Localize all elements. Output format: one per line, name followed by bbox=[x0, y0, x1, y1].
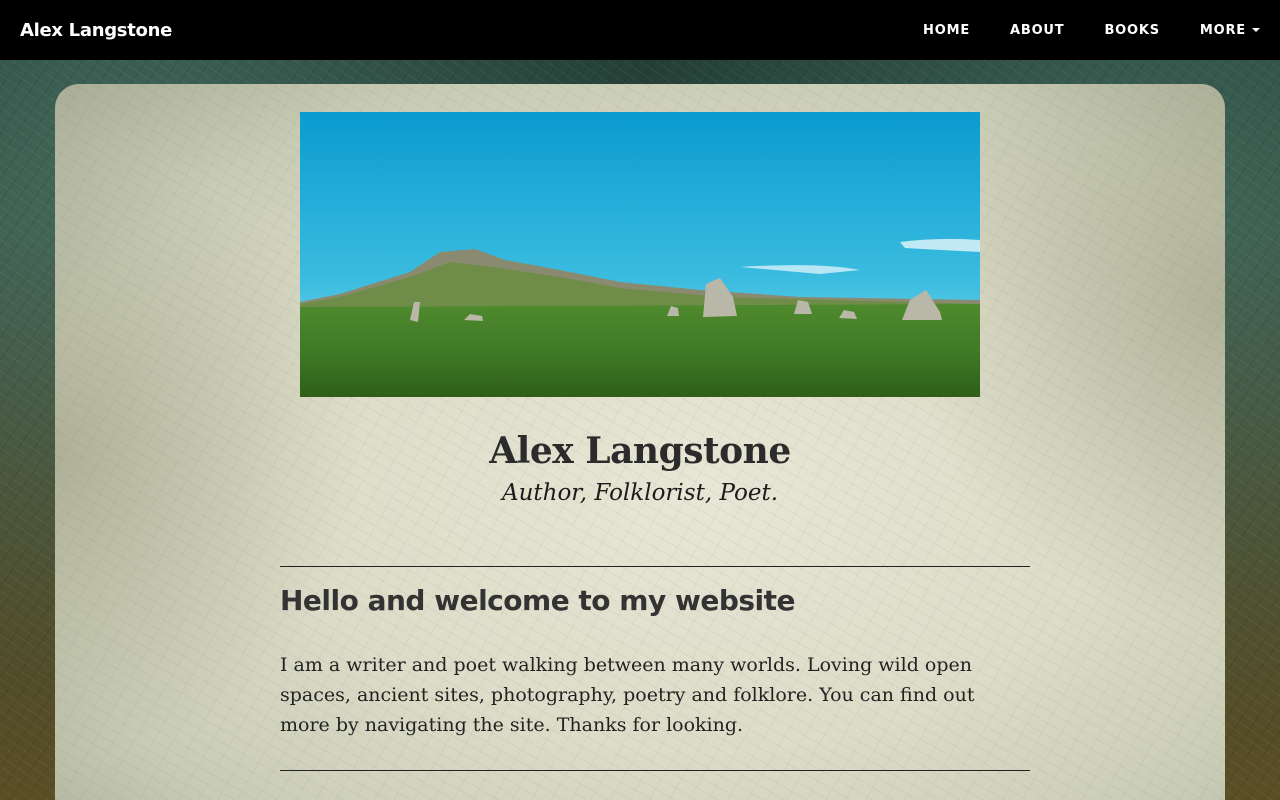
content-panel: Alex Langstone Author, Folklorist, Poet.… bbox=[55, 84, 1225, 800]
nav-home-link[interactable]: HOME bbox=[903, 0, 990, 60]
nav-more-label: MORE bbox=[1199, 22, 1246, 38]
landscape-photo-icon bbox=[300, 112, 980, 397]
hero-image bbox=[300, 112, 980, 397]
site-title: Alex Langstone bbox=[489, 430, 791, 472]
nav-books-link[interactable]: BOOKS bbox=[1084, 0, 1179, 60]
welcome-paragraph: I am a writer and poet walking between m… bbox=[280, 654, 975, 736]
caret-down-icon bbox=[1252, 28, 1260, 32]
nav-links: HOME ABOUT BOOKS MORE bbox=[903, 0, 1260, 60]
nav-more-dropdown[interactable]: MORE bbox=[1180, 0, 1260, 60]
welcome-heading: Hello and welcome to my website bbox=[280, 584, 796, 617]
divider-bottom bbox=[280, 770, 1030, 771]
site-subtitle: Author, Folklorist, Poet. bbox=[501, 480, 779, 506]
top-navbar: Alex Langstone HOME ABOUT BOOKS MORE bbox=[0, 0, 1280, 60]
site-brand-link[interactable]: Alex Langstone bbox=[20, 20, 172, 41]
divider-top bbox=[280, 566, 1030, 567]
nav-about-link[interactable]: ABOUT bbox=[990, 0, 1084, 60]
